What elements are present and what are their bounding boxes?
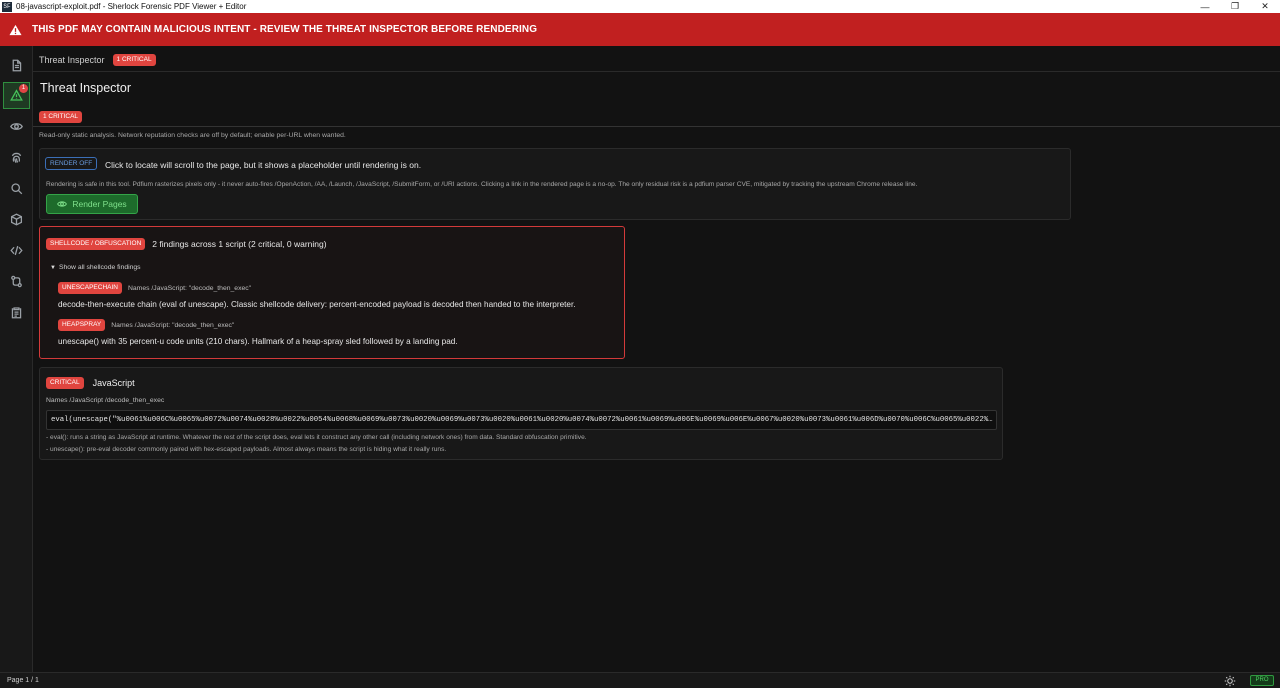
title-divider bbox=[33, 126, 1280, 127]
code-button[interactable] bbox=[3, 237, 30, 264]
toggle-label: Show all shellcode findings bbox=[58, 264, 141, 271]
threat-count-badge: 1 bbox=[19, 84, 28, 93]
page-indicator: Page 1 / 1 bbox=[7, 677, 39, 684]
threat-inspector-button[interactable]: 1 bbox=[3, 82, 30, 109]
preview-button[interactable] bbox=[3, 113, 30, 140]
finding-header: UNESCAPECHAIN Names /JavaScript: "decode… bbox=[58, 282, 251, 294]
banner-text: THIS PDF MAY CONTAIN MALICIOUS INTENT - … bbox=[32, 24, 538, 35]
warning-banner: THIS PDF MAY CONTAIN MALICIOUS INTENT - … bbox=[0, 13, 1280, 46]
main-panel: Threat Inspector 1 CRITICAL Threat Inspe… bbox=[33, 46, 1280, 672]
javascript-location[interactable]: Names /JavaScript /decode_then_exec bbox=[46, 397, 164, 404]
finding-tag: UNESCAPECHAIN bbox=[58, 282, 122, 294]
disclosure-triangle-icon: ▼ bbox=[50, 264, 56, 271]
render-pages-button[interactable]: Render Pages bbox=[46, 194, 138, 214]
critical-badge-label: 1 CRITICAL bbox=[39, 111, 83, 123]
document-icon bbox=[12, 59, 22, 72]
page-title: Threat Inspector bbox=[40, 81, 132, 95]
finding-header: HEAPSPRAY Names /JavaScript: "decode_the… bbox=[58, 319, 234, 331]
close-button[interactable]: ✕ bbox=[1250, 0, 1280, 13]
report-button[interactable] bbox=[3, 299, 30, 326]
shellcode-findings-toggle[interactable]: ▼ Show all shellcode findings bbox=[50, 264, 141, 271]
finding-description: decode-then-execute chain (eval of unesc… bbox=[58, 300, 576, 309]
clipboard-icon bbox=[11, 307, 22, 319]
render-headline: Click to locate will scroll to the page,… bbox=[105, 160, 422, 170]
javascript-note: - eval(): runs a string as JavaScript at… bbox=[46, 434, 587, 441]
minimize-button[interactable]: — bbox=[1190, 0, 1220, 13]
finding-description: unescape() with 35 percent-u code units … bbox=[58, 337, 458, 346]
breadcrumb: Threat Inspector 1 CRITICAL bbox=[39, 54, 156, 66]
critical-tag: CRITICAL bbox=[46, 377, 84, 389]
render-pages-label: Render Pages bbox=[72, 199, 127, 209]
javascript-note: - unescape(): pre-eval decoder commonly … bbox=[46, 446, 447, 453]
javascript-title: JavaScript bbox=[92, 378, 135, 388]
objects-button[interactable] bbox=[3, 206, 30, 233]
shellcode-tag: SHELLCODE / OBFUSCATION bbox=[46, 238, 146, 250]
eye-icon bbox=[57, 201, 68, 207]
javascript-header: CRITICAL JavaScript bbox=[46, 377, 135, 389]
breadcrumb-threat-inspector[interactable]: Threat Inspector bbox=[39, 55, 105, 65]
status-bar: Page 1 / 1 PRO bbox=[0, 672, 1280, 688]
pro-badge: PRO bbox=[1250, 675, 1274, 686]
critical-count-badge: 1 CRITICAL bbox=[112, 54, 156, 66]
left-rail: 1 bbox=[0, 46, 33, 672]
compare-button[interactable] bbox=[3, 268, 30, 295]
finding-location[interactable]: Names /JavaScript: "decode_then_exec" bbox=[128, 285, 251, 292]
search-button[interactable] bbox=[3, 175, 30, 202]
javascript-code[interactable]: eval(unescape("%u0061%u006C%u0065%u0072%… bbox=[46, 410, 997, 430]
eye-icon bbox=[10, 123, 23, 130]
javascript-card: CRITICAL JavaScript Names /JavaScript /d… bbox=[39, 367, 1003, 460]
header-divider bbox=[33, 71, 1280, 72]
search-icon bbox=[11, 183, 23, 195]
cube-icon bbox=[10, 213, 23, 226]
git-compare-icon bbox=[11, 275, 22, 288]
render-card: RENDER OFF Click to locate will scroll t… bbox=[39, 148, 1071, 220]
render-off-tag: RENDER OFF bbox=[45, 157, 98, 170]
shellcode-summary: 2 findings across 1 script (2 critical, … bbox=[152, 239, 327, 249]
analysis-note: Read-only static analysis. Network reput… bbox=[39, 132, 346, 139]
finding-tag: HEAPSPRAY bbox=[58, 319, 106, 331]
title-critical-badge: 1 CRITICAL bbox=[39, 105, 83, 123]
fingerprint-icon bbox=[11, 152, 22, 164]
shellcode-card: SHELLCODE / OBFUSCATION 2 findings acros… bbox=[39, 226, 625, 359]
document-button[interactable] bbox=[3, 52, 30, 79]
app-icon: SF bbox=[2, 1, 12, 12]
shellcode-header: SHELLCODE / OBFUSCATION 2 findings acros… bbox=[46, 238, 327, 250]
render-body: Rendering is safe in this tool. Pdfium r… bbox=[46, 181, 918, 188]
maximize-button[interactable]: ❐ bbox=[1220, 0, 1250, 13]
fingerprint-button[interactable] bbox=[3, 144, 30, 171]
finding-location[interactable]: Names /JavaScript: "decode_then_exec" bbox=[111, 322, 234, 329]
window-title: 08-javascript-exploit.pdf - Sherlock For… bbox=[16, 2, 247, 11]
code-icon bbox=[10, 245, 23, 256]
warning-icon bbox=[9, 24, 22, 35]
title-bar: SF 08-javascript-exploit.pdf - Sherlock … bbox=[0, 0, 1280, 13]
sun-icon[interactable] bbox=[1224, 675, 1236, 687]
